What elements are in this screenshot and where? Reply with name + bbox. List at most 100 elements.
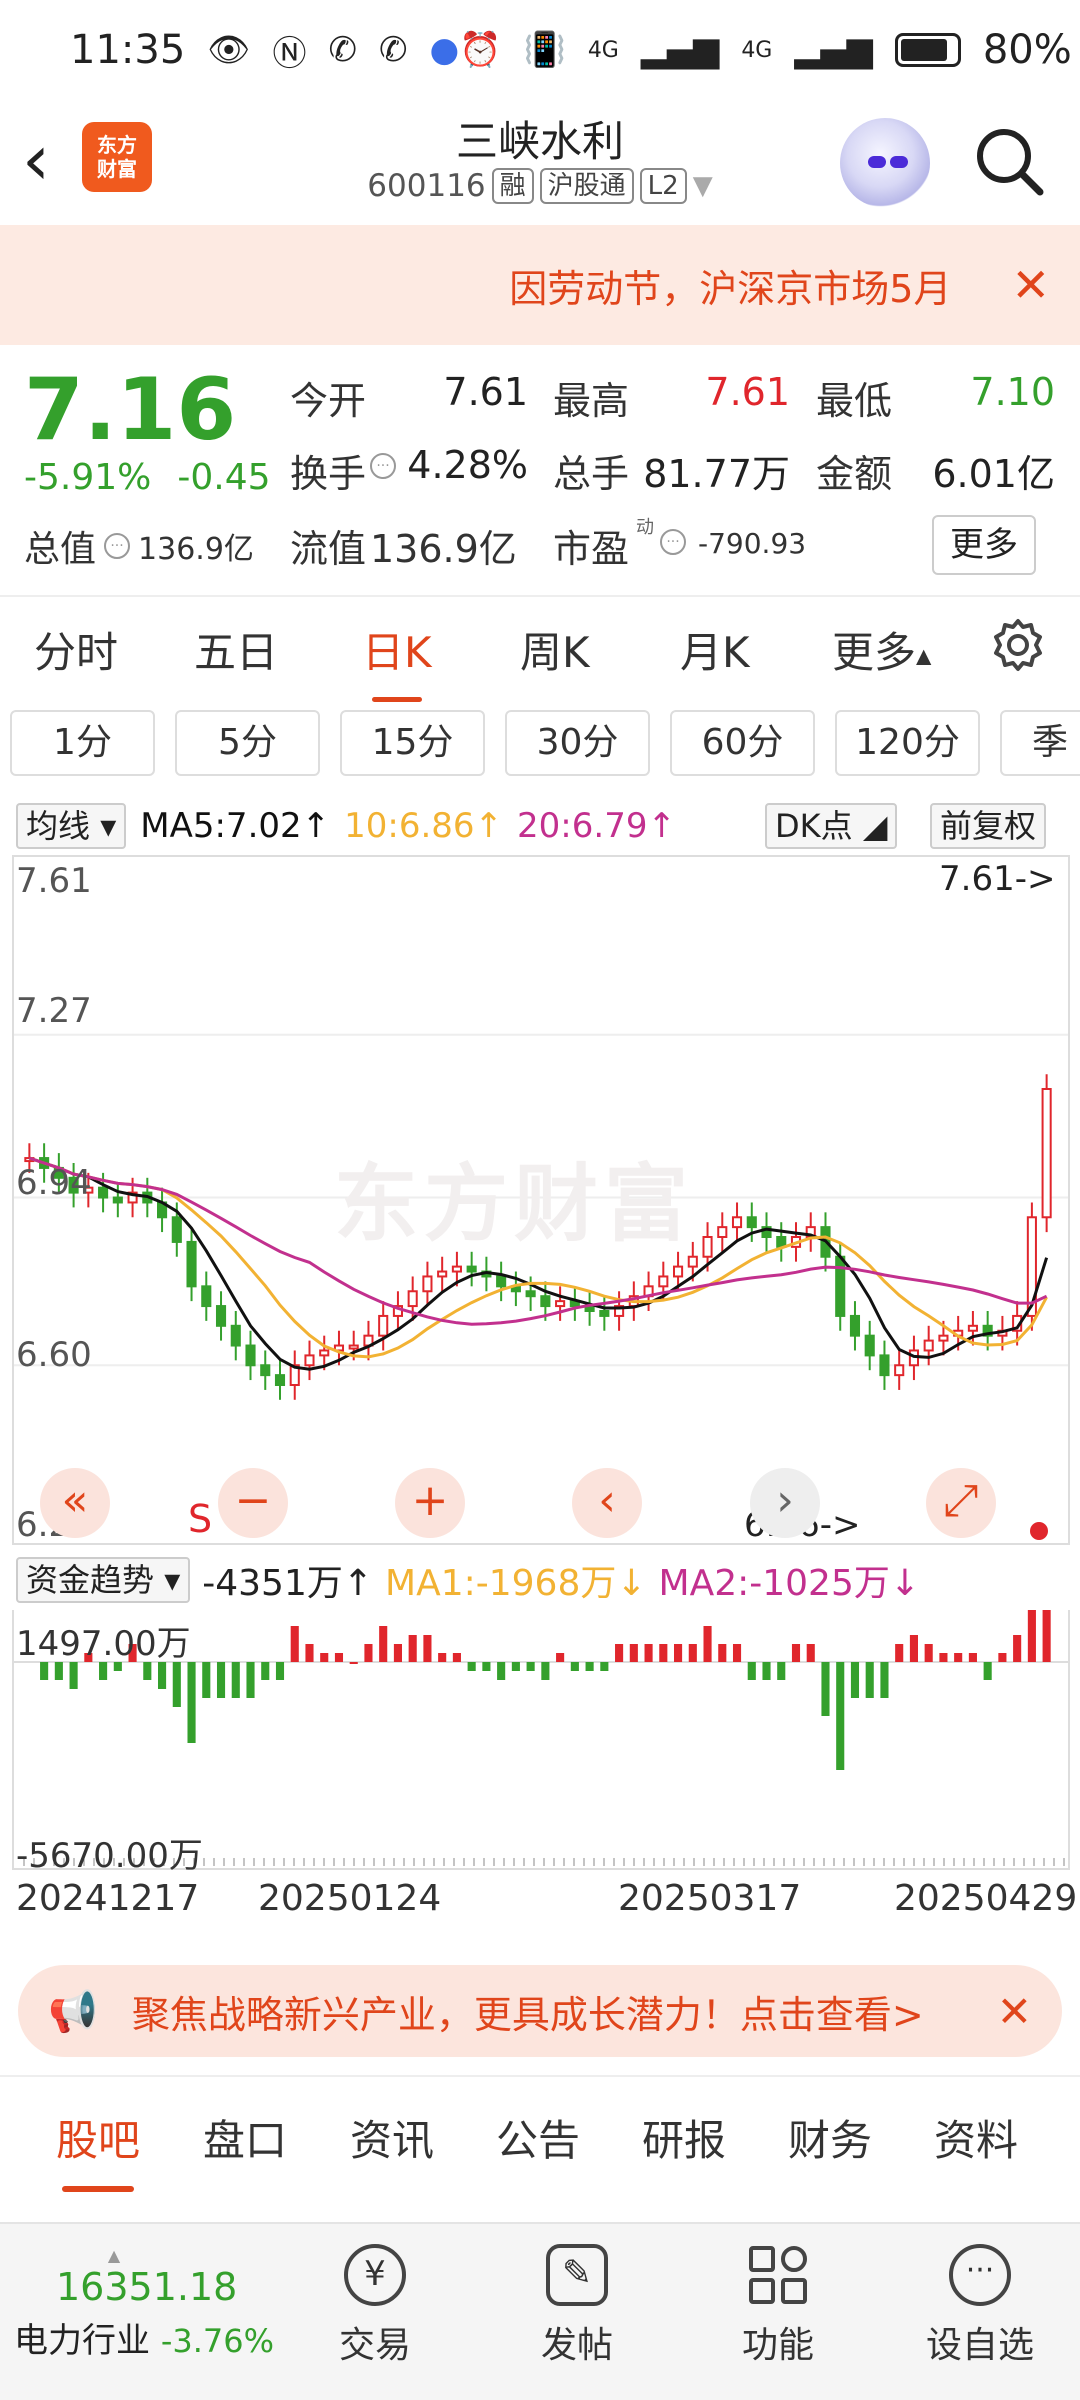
info-icon[interactable]: ··· [660, 529, 686, 555]
tab-news[interactable]: 资讯 [350, 2107, 434, 2168]
candle-body [215, 1305, 227, 1327]
chevron-left-icon[interactable]: ‹ [572, 1468, 642, 1538]
holiday-notice-banner[interactable]: 因劳动节，沪深京市场5月 ✕ [0, 225, 1080, 345]
fund-bar [806, 1644, 815, 1662]
edit-icon: ✎ [546, 2244, 608, 2306]
tab-financials[interactable]: 财务 [788, 2107, 872, 2168]
fund-bar [615, 1644, 624, 1662]
app-logo[interactable]: 东方财富 [82, 122, 152, 192]
tab-more[interactable]: 更多▲ [832, 619, 931, 680]
period-1min-button[interactable]: 1分 [10, 710, 155, 776]
period-120min-button[interactable]: 120分 [835, 710, 980, 776]
zoom-in-icon[interactable]: + [395, 1468, 465, 1538]
fund-indicator-selector[interactable]: 资金趋势 ▾ [16, 1557, 191, 1603]
tab-order-book[interactable]: 盘口 [203, 2107, 287, 2168]
amount-label: 金额 [816, 452, 893, 496]
fast-back-icon[interactable]: « [40, 1468, 110, 1538]
high-marker: 7.61-> [939, 859, 1056, 899]
candle-body [496, 1275, 507, 1288]
fund-bar [1042, 1610, 1051, 1662]
y-label-2: 7.27 [16, 991, 92, 1031]
fund-bar [172, 1662, 181, 1707]
volume-label: 总手 [553, 452, 630, 496]
tab-daily-k[interactable]: 日K [362, 619, 432, 702]
caret-up-icon: ▲ [107, 2246, 121, 2265]
nav-add-watchlist[interactable]: ··· 设自选 [910, 2244, 1050, 2368]
market-cap: 总值 ··· 136.9亿 [24, 520, 254, 572]
tag-level2: L2 [639, 168, 687, 204]
grid-icon [747, 2244, 809, 2306]
ma20-value: 20:6.79↑ [517, 806, 676, 846]
period-5min-button[interactable]: 5分 [175, 710, 320, 776]
search-icon[interactable] [970, 122, 1050, 202]
fund-bar [275, 1662, 285, 1680]
tab-research[interactable]: 研报 [642, 2107, 726, 2168]
promo-banner[interactable]: 📢 聚焦战略新兴产业，更具成长潜力！点击查看> ✕ [18, 1965, 1062, 2057]
tab-profile[interactable]: 资料 [934, 2107, 1018, 2168]
megaphone-icon: 📢 [48, 1988, 98, 2035]
high-label: 最高 [553, 379, 630, 423]
content-tabs: 股吧 盘口 资讯 公告 研报 财务 资料 [0, 2075, 1080, 2192]
close-icon[interactable]: ✕ [1011, 258, 1050, 312]
gear-icon[interactable] [990, 617, 1046, 673]
nav-trade[interactable]: ¥ 交易 [305, 2244, 445, 2368]
period-60min-button[interactable]: 60分 [670, 710, 815, 776]
sector-index-value: 16351.18 [56, 2265, 238, 2309]
fund-bar [836, 1662, 845, 1770]
nav-functions[interactable]: 功能 [708, 2244, 848, 2368]
tab-monthly-k[interactable]: 月K [680, 619, 750, 680]
minute-period-buttons: 1分 5分 15分 30分 60分 120分 季 [0, 710, 1080, 780]
adjust-selector[interactable]: 前复权 [930, 803, 1047, 849]
fund-ma2: MA2:-1025万↓ [658, 1563, 921, 1604]
info-icon[interactable]: ··· [370, 453, 396, 479]
chevron-right-icon[interactable]: › [750, 1468, 820, 1538]
fund-bar [747, 1662, 756, 1680]
fund-bar [511, 1662, 520, 1671]
fund-bar [688, 1644, 697, 1662]
candle-body [525, 1290, 536, 1298]
dk-point-selector[interactable]: DK点 ◢ [765, 803, 898, 849]
high-value: 7.61 [705, 370, 790, 414]
candle-body [687, 1255, 698, 1268]
tab-forum[interactable]: 股吧 [56, 2107, 140, 2192]
sector-index[interactable]: ▲ 16351.18 电力行业 -3.76% [14, 2246, 294, 2362]
candle-body [702, 1236, 713, 1258]
ma5-value: MA5:7.02↑ [140, 806, 331, 846]
tab-weekly-k[interactable]: 周K [520, 619, 590, 680]
fullscreen-icon[interactable]: ⤢ [926, 1468, 996, 1538]
period-quarter-button[interactable]: 季 [1000, 710, 1080, 776]
fund-bar [393, 1644, 402, 1662]
signal-icon: ▂▄▆ [640, 30, 720, 70]
tab-announcements[interactable]: 公告 [496, 2107, 580, 2168]
chevron-down-icon[interactable]: ▼ [693, 171, 713, 201]
fund-bar [320, 1653, 329, 1662]
notice-text: 因劳动节，沪深京市场5月 [509, 266, 952, 311]
indicator-selector[interactable]: 均线 ▾ [16, 803, 127, 849]
zoom-out-icon[interactable]: − [218, 1468, 288, 1538]
more-quote-button[interactable]: 更多 [932, 515, 1036, 575]
float-cap-value: 136.9亿 [370, 527, 517, 571]
back-button[interactable]: ‹ [22, 120, 82, 200]
fund-bar [585, 1662, 594, 1671]
info-icon[interactable]: ··· [104, 533, 131, 559]
assistant-robot-icon[interactable] [840, 118, 930, 208]
date-tick-2: 20250124 [258, 1878, 442, 1919]
bottom-nav: ▲ 16351.18 电力行业 -3.76% ¥ 交易 ✎ 发帖 功能 ··· … [0, 2222, 1080, 2400]
period-15min-button[interactable]: 15分 [340, 710, 485, 776]
date-tick-4: 20250429 [894, 1878, 1078, 1919]
vibrate-icon: 📳 [523, 30, 566, 70]
close-icon[interactable]: ✕ [997, 1987, 1032, 2036]
nav-post-label: 发帖 [540, 2325, 613, 2366]
candle-body [112, 1196, 123, 1204]
tab-five-day[interactable]: 五日 [194, 619, 278, 680]
candle-body [437, 1270, 448, 1278]
fund-ma1: MA1:-1968万↓ [385, 1563, 647, 1604]
nav-post[interactable]: ✎ 发帖 [507, 2244, 647, 2368]
fund-bar [983, 1662, 992, 1680]
fund-flow-chart[interactable]: 1497.00万 -5670.00万 [12, 1610, 1070, 1876]
tab-intraday[interactable]: 分时 [34, 619, 118, 680]
fund-bar [674, 1644, 683, 1662]
period-30min-button[interactable]: 30分 [505, 710, 650, 776]
kline-chart[interactable]: 7.61 7.27 6.94 6.60 6.26 7.61-> 6.26-> 东… [12, 855, 1070, 1545]
candle-body [260, 1364, 271, 1377]
